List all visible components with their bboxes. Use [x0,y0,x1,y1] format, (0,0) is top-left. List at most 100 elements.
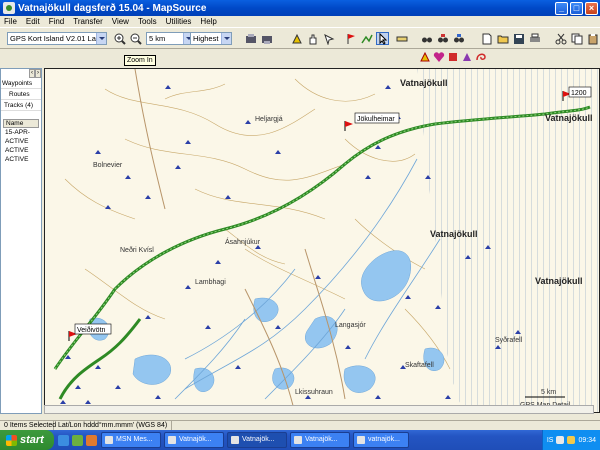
start-label: start [20,434,44,446]
paste-button[interactable] [586,32,599,45]
map-label-waypoint-1200: 1200 [571,90,587,97]
column-header-name[interactable]: Name [3,119,39,128]
data-panel: ‹ › Waypoints Routes Tracks (4) Name 15-… [0,68,42,414]
paste-icon [588,33,597,44]
map-tool-swirl-button[interactable] [474,50,487,63]
receive-icon [245,33,256,43]
find-places-button[interactable] [436,32,449,45]
maximize-button[interactable]: □ [570,1,583,15]
map-label-place: Lkissuhraun [295,389,333,396]
scale-label: 5 km [541,389,556,396]
language-indicator[interactable]: IS [547,437,554,444]
open-file-button[interactable] [496,32,509,45]
map-label-vatnajokull: Vatnajökull [545,113,593,123]
clock[interactable]: 09:34 [578,437,596,444]
find-button[interactable] [420,32,433,45]
floppy-icon [513,33,524,44]
close-button[interactable]: × [585,1,598,15]
new-file-icon [482,33,491,44]
chevron-right-icon[interactable]: › [35,69,41,78]
detail-level-value: Highest [193,34,219,43]
zoom-tool-button[interactable] [290,32,303,45]
zoom-in-tooltip: Zoom In [124,55,156,66]
taskbar: start MSN Mes... Vatnajök... Vatnajök...… [0,430,600,450]
tab-tracks[interactable]: Tracks (4) [1,100,41,111]
track-list-item[interactable]: ACTIVE [1,155,41,164]
cut-button[interactable] [554,32,567,45]
mapsource-app-icon[interactable] [3,2,15,14]
map-tool-heart-button[interactable] [432,50,445,63]
map-label-place: Lambhagi [195,279,226,286]
chevron-down-icon[interactable] [221,33,231,44]
measure-tool-button[interactable] [395,32,408,45]
selection-tool-button[interactable] [322,32,335,45]
map-label-place: Heljargjá [255,116,283,123]
track-list-item[interactable]: ACTIVE [1,146,41,155]
copy-button[interactable] [570,32,583,45]
chevron-down-icon[interactable] [96,33,106,44]
hand-tool-button[interactable] [306,32,319,45]
map-label-place: Langasjór [335,322,366,329]
volume-icon[interactable] [567,436,576,444]
zoom-scale-select[interactable]: 5 km [146,32,194,45]
menu-file[interactable]: File [0,17,22,26]
selection-status: 0 Items Selected [0,420,56,431]
browser-icon[interactable] [58,434,69,446]
menu-help[interactable]: Help [196,17,221,26]
waypoint-flag-icon[interactable] [344,121,353,131]
zoom-in-icon [114,33,126,45]
menu-utilities[interactable]: Utilities [162,17,197,26]
detail-level-select[interactable]: Highest [190,32,232,45]
minimize-button[interactable]: _ [555,1,568,15]
network-icon[interactable] [556,436,565,444]
taskbar-item[interactable]: Vatnajök... [227,432,287,448]
map-label-veidivotn: Veiðivötn [77,326,106,334]
map-product-select[interactable]: GPS Kort Island V2.01 Large [7,32,107,45]
copy-icon [571,33,582,44]
map-tool-red-button[interactable] [446,50,459,63]
zoom-in-button[interactable] [113,32,126,45]
map-view[interactable]: Vatnajökull Vatnajökull Vatnajökull Vatn… [44,68,600,413]
menu-view[interactable]: View [108,17,134,26]
taskbar-item[interactable]: Vatnajök... [290,432,350,448]
menu-find[interactable]: Find [45,17,70,26]
main-toolbar: GPS Kort Island V2.01 Large 5 km Highest [0,27,600,49]
send-to-device-button[interactable] [260,32,273,45]
taskbar-item[interactable]: Vatnajök... [164,432,224,448]
find-address-button[interactable] [452,32,465,45]
menu-tools[interactable]: Tools [134,17,162,26]
menu-transfer[interactable]: Transfer [69,17,108,26]
pointer-icon [379,32,388,45]
horizontal-scrollbar[interactable] [44,405,594,414]
messenger-icon[interactable] [72,434,83,446]
mapset-button[interactable] [418,50,431,63]
map-tool-purple-button[interactable] [460,50,473,63]
tab-routes[interactable]: Routes [1,89,41,100]
start-button[interactable]: start [0,430,54,450]
zoom-out-button[interactable] [129,32,142,45]
print-button[interactable] [528,32,541,45]
menu-edit[interactable]: Edit [22,17,45,26]
secondary-toolbar [415,49,600,63]
zoom-tool-icon [291,33,302,43]
media-icon[interactable] [86,434,97,446]
track-list-item[interactable]: ACTIVE [1,137,41,146]
title-bar[interactable]: Vatnajökull dagsferð 15.04 - MapSource _… [0,0,600,16]
zoom-out-icon [130,33,142,45]
waypoint-tool-button[interactable] [344,32,357,45]
map-canvas[interactable]: Vatnajökull Vatnajökull Vatnajökull Vatn… [45,69,600,413]
panel-tab-scroller[interactable]: ‹ › [29,69,41,78]
tab-waypoints[interactable]: Waypoints [1,78,41,89]
red-map-icon [448,52,457,61]
save-button[interactable] [512,32,525,45]
map-label-vatnajokull: Vatnajökull [430,229,478,239]
new-file-button[interactable] [480,32,493,45]
selection-icon [323,33,334,45]
zoom-scale-value: 5 km [149,34,166,43]
track-list-item[interactable]: 15-APR- [1,128,41,137]
pointer-tool-button[interactable] [376,32,389,45]
receive-from-device-button[interactable] [244,32,257,45]
route-tool-button[interactable] [360,32,373,45]
taskbar-item[interactable]: vatnajök... [353,432,409,448]
taskbar-item[interactable]: MSN Mes... [101,432,161,448]
